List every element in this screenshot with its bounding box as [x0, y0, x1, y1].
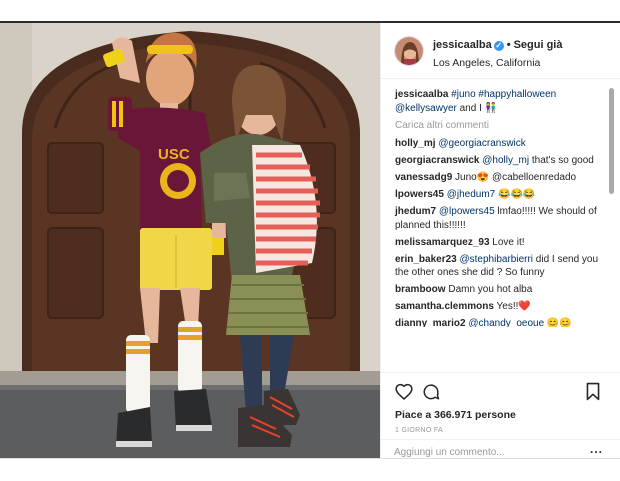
- caption-username[interactable]: jessicaalba: [395, 89, 448, 100]
- bookmark-icon[interactable]: [585, 382, 601, 401]
- comment-mention[interactable]: @lpowers45: [439, 206, 495, 217]
- comment-text: Damn you hot alba: [448, 284, 533, 295]
- comment-item: lpowers45 @jhedum7 😂😂😂: [395, 188, 605, 202]
- load-more-comments-link[interactable]: Carica altri commenti: [395, 119, 605, 133]
- comment-item: georgiacranswick @holly_mj that's so goo…: [395, 154, 605, 168]
- comment-username[interactable]: dianny_mario2: [395, 318, 466, 327]
- comments-section[interactable]: jessicaalba #juno #happyhalloween @kelly…: [381, 80, 620, 372]
- comment-bubble-icon[interactable]: [422, 383, 440, 401]
- username-link[interactable]: jessicaalba: [433, 39, 492, 51]
- more-options-button[interactable]: ...: [590, 442, 603, 456]
- comment-username[interactable]: melissamarquez_93: [395, 237, 490, 248]
- comment-text: that's so good: [529, 155, 594, 166]
- post-caption: jessicaalba #juno #happyhalloween @kelly…: [395, 88, 605, 115]
- follow-button[interactable]: Segui già: [514, 39, 563, 51]
- comment-username[interactable]: vanessadg9: [395, 172, 452, 183]
- add-comment-bar: ...: [381, 439, 620, 463]
- comment-mention[interactable]: @holly_mj: [482, 155, 529, 166]
- comment-text: @chandy_oeoue 😊😊: [465, 318, 572, 327]
- costume-photo-illustration: USC: [0, 23, 380, 458]
- post-header: jessicaalba ✓ • Segui già Los Angeles, Cali…: [381, 23, 620, 79]
- comment-item: bramboow Damn you hot alba: [395, 283, 605, 297]
- bottom-border: [0, 458, 620, 459]
- profile-picture: [395, 37, 423, 65]
- couple-emoji-icon: 👫: [484, 102, 498, 114]
- comment-item: jhedum7 @lpowers45 lmfao!!!!! We should …: [395, 205, 605, 232]
- post-photo[interactable]: USC: [0, 23, 380, 458]
- comment-username[interactable]: holly_mj: [395, 138, 436, 149]
- comment-username[interactable]: bramboow: [395, 284, 446, 295]
- post-author-line: jessicaalba ✓ • Segui già: [433, 39, 562, 51]
- comment-text: Juno😍 @cabelloenredado: [455, 172, 577, 183]
- separator-dot: •: [506, 39, 511, 51]
- caption-mention[interactable]: @kellysawyer: [395, 103, 457, 114]
- comment-text: 😂😂😂: [495, 189, 536, 200]
- likes-count[interactable]: Piace a 366.971 persone: [395, 409, 516, 421]
- comment-item: holly_mj @georgiacranswick: [395, 137, 605, 151]
- caption-hashtags[interactable]: #juno #happyhalloween: [451, 89, 556, 100]
- post-actions: Piace a 366.971 persone 1 GIORNO FA ...: [381, 372, 620, 462]
- comment-item: erin_baker23 @stephibarbierri did I send…: [395, 253, 605, 280]
- avatar[interactable]: [394, 36, 424, 66]
- comment-mention[interactable]: @stephibarbierri: [460, 254, 534, 265]
- comment-username[interactable]: erin_baker23: [395, 254, 457, 265]
- comment-username[interactable]: jhedum7: [395, 206, 436, 217]
- comment-mention[interactable]: @jhedum7: [447, 189, 496, 200]
- post-timestamp[interactable]: 1 GIORNO FA: [395, 427, 443, 434]
- comment-item: melissamarquez_93 Love it!: [395, 236, 605, 250]
- verified-badge-icon: ✓: [493, 41, 504, 51]
- comment-item: samantha.clemmons Yes!!❤️: [395, 300, 605, 314]
- comment-item: vanessadg9 Juno😍 @cabelloenredado: [395, 171, 605, 185]
- comment-text: Love it!: [492, 236, 525, 248]
- comment-username[interactable]: lpowers45: [395, 189, 444, 200]
- comments-scrollbar[interactable]: [609, 88, 614, 194]
- svg-text:USC: USC: [158, 146, 190, 163]
- comment-username[interactable]: samantha.clemmons: [395, 301, 494, 312]
- post-details-panel: jessicaalba ✓ • Segui già Los Angeles, Cali…: [380, 23, 620, 460]
- heart-icon[interactable]: [395, 383, 413, 400]
- caption-text: and I: [456, 102, 482, 114]
- comment-text: Yes!!❤️: [496, 301, 531, 312]
- comment-mention[interactable]: @georgiacranswick: [438, 138, 525, 149]
- location-link[interactable]: Los Angeles, California: [433, 57, 540, 69]
- comment-username[interactable]: georgiacranswick: [395, 155, 479, 166]
- comment-item-partial: dianny_mario2 @chandy_oeoue 😊😊: [395, 317, 605, 327]
- comment-list: jessicaalba #juno #happyhalloween @kelly…: [395, 88, 605, 327]
